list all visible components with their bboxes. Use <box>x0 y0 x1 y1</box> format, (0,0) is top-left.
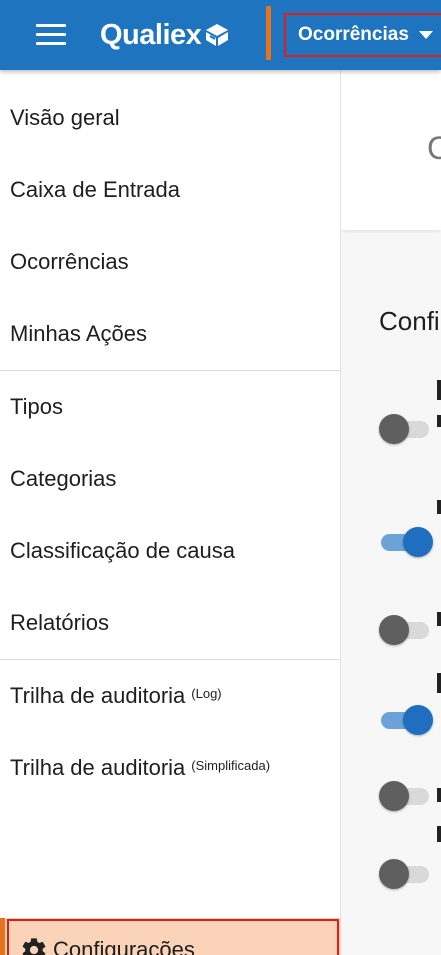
main-content: C Confi <box>341 70 441 955</box>
nav-item-visao-geral[interactable]: Visão geral <box>0 88 341 148</box>
nav-item-label: Visão geral <box>10 105 120 130</box>
nav-item-label: Configurações <box>53 937 195 955</box>
nav-item-label: Categorias <box>10 466 117 491</box>
nav-item-configuracoes[interactable]: Configurações <box>0 918 341 955</box>
top-app-bar: Qualiex Ocorrências <box>0 0 441 70</box>
clipped-text <box>437 500 441 514</box>
brand-logo[interactable]: Qualiex <box>100 16 229 54</box>
section-title-partial: Confi <box>379 306 440 336</box>
brand-cube-icon <box>206 24 229 46</box>
clipped-text <box>437 826 441 842</box>
active-indicator <box>0 918 5 955</box>
nav-item-label: Classificação de causa <box>10 538 236 563</box>
nav-item-label: Relatórios <box>10 610 110 635</box>
nav-item-label: Caixa de Entrada <box>10 177 180 202</box>
module-selector-dropdown[interactable]: Ocorrências <box>284 13 441 57</box>
nav-item-classificacao-de-causa[interactable]: Classificação de causa <box>0 521 341 581</box>
nav-item-ocorrencias[interactable]: Ocorrências <box>0 232 341 292</box>
nav-item-categorias[interactable]: Categorias <box>0 449 341 509</box>
chevron-down-icon <box>418 31 433 39</box>
nav-item-trilha-auditoria-simplificada[interactable]: Trilha de auditoria (Simplificada) <box>0 738 341 798</box>
clipped-text <box>437 673 441 693</box>
nav-item-minhas-acoes[interactable]: Minhas Ações <box>0 304 341 364</box>
nav-item-caixa-de-entrada[interactable]: Caixa de Entrada <box>0 160 341 220</box>
nav-item-label: Minhas Ações <box>10 321 147 346</box>
setting-toggle-6[interactable] <box>379 859 433 889</box>
nav-item-label: Trilha de auditoria <box>10 683 186 708</box>
module-selector-label: Ocorrências <box>298 24 409 45</box>
main-header-card: C <box>341 70 441 230</box>
setting-toggle-2[interactable] <box>379 527 433 557</box>
clipped-text <box>437 380 441 400</box>
nav-item-suffix: (Log) <box>191 685 222 701</box>
header-divider <box>266 6 271 60</box>
nav-item-label: Tipos <box>10 394 63 419</box>
nav-item-suffix: (Simplificada) <box>191 757 271 773</box>
nav-item-label: Ocorrências <box>10 249 129 274</box>
page-title-partial: C <box>427 130 441 166</box>
nav-item-trilha-auditoria-log[interactable]: Trilha de auditoria (Log) <box>0 666 341 726</box>
brand-name: Qualiex <box>100 18 202 51</box>
menu-icon[interactable] <box>36 24 66 46</box>
gear-icon <box>22 938 46 955</box>
nav-divider <box>0 659 341 660</box>
nav-item-relatorios[interactable]: Relatórios <box>0 593 341 653</box>
setting-toggle-1[interactable] <box>379 414 433 444</box>
setting-toggle-3[interactable] <box>379 615 433 645</box>
settings-panel <box>341 233 441 955</box>
setting-toggle-4[interactable] <box>379 705 433 735</box>
setting-toggle-5[interactable] <box>379 781 433 811</box>
nav-item-tipos[interactable]: Tipos <box>0 377 341 437</box>
clipped-text <box>437 788 441 802</box>
nav-divider <box>0 370 341 371</box>
clipped-text <box>437 612 441 626</box>
navigation-drawer: Visão geral Caixa de Entrada Ocorrências… <box>0 70 341 955</box>
nav-item-label: Trilha de auditoria <box>10 755 186 780</box>
clipped-text <box>437 415 441 427</box>
